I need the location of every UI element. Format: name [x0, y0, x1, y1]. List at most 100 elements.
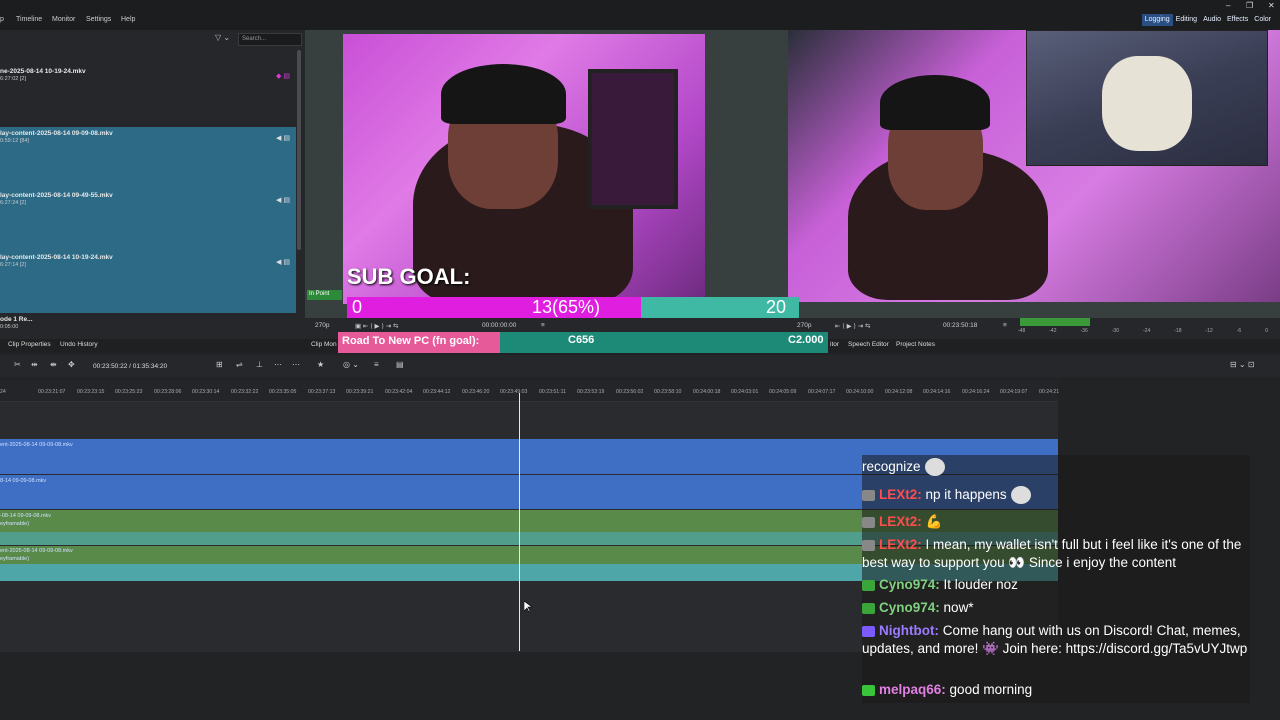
progress-target: 20 — [766, 297, 787, 317]
ruler-tick: 00:24:21 — [1039, 389, 1060, 395]
workspace-effects[interactable]: Effects — [1224, 14, 1251, 26]
meter-tick: -36 — [1080, 328, 1088, 334]
ruler-tick: 00:24:03:01 — [731, 389, 759, 395]
razor-icon[interactable]: ✂ — [14, 360, 21, 369]
audio-meter: -48 -42 -36 -30 -24 -18 -12 -6 0 — [1018, 318, 1268, 336]
timeline-toolbar: ✂ ⇹ ⇼ ✥ ⊞ ⇌ ⊥ ⋯ ⋯ ★ ◎ ⌄ ≡ ▤ ⊟ ⌄ ⊡ — [0, 355, 1280, 377]
tab-clip-monitor[interactable]: Clip Mon — [311, 341, 337, 348]
meter-tick: -42 — [1049, 328, 1057, 334]
track-label: ent-2025-08-14 09-09-08.mkv — [0, 548, 73, 554]
track-label: 8-14 09-09-08.mkv — [0, 478, 47, 484]
right-menu-icon[interactable]: ≡ — [1003, 322, 1007, 329]
spacer-icon[interactable]: ⇹ — [31, 360, 38, 369]
ruler-tick: 00:23:30:14 — [192, 389, 220, 395]
menu-timeline[interactable]: Timeline — [16, 16, 42, 23]
bin-clip-item[interactable]: lay-content-2025-08-14 09-09-08.mkv 0:59… — [0, 126, 296, 186]
bin-scrollbar[interactable] — [297, 50, 301, 250]
chat-text: 💪 — [925, 514, 943, 529]
overlay-icon[interactable]: ⋯ — [292, 360, 300, 369]
ruler-tick: 00:23:46:20 — [462, 389, 490, 395]
ruler-tick: 00:24:14:16 — [923, 389, 951, 395]
badge-icon — [862, 684, 875, 696]
favorite-icon[interactable]: ★ — [317, 360, 324, 369]
tab-undo-history[interactable]: Undo History — [60, 341, 98, 348]
window-controls: – ❐ ✕ — [1220, 0, 1280, 12]
right-transport-controls[interactable]: ⇤ ⟨ ▶ ⟩ ⇥ ⇆ — [835, 322, 870, 330]
beanie — [880, 75, 990, 130]
filter-icon[interactable]: ▽ ⌄ — [215, 33, 230, 42]
clip-name: lay-content-2025-08-14 09-49-55.mkv — [0, 192, 113, 199]
chat-overlay: recognize LEXt2: np it happens LEXt2: 💪 … — [862, 455, 1250, 703]
menu-help[interactable]: Help — [121, 16, 135, 23]
chat-message: recognize — [862, 458, 1250, 477]
left-menu-icon[interactable]: ≡ — [541, 322, 545, 329]
chat-message: Cyno974: It louder noz — [862, 576, 1250, 594]
chat-text: recognize — [862, 459, 921, 474]
workspace-logging[interactable]: Logging — [1141, 14, 1173, 26]
clip-duration: 0:59:12 [84] — [0, 138, 30, 144]
menu-settings[interactable]: Settings — [86, 16, 111, 23]
chat-user: melpaq66: — [879, 682, 946, 697]
ruler-tick: 00:23:56:02 — [616, 389, 644, 395]
ripple-icon[interactable]: ⇼ — [50, 360, 57, 369]
clasped-hands — [1102, 56, 1192, 151]
workspace-tabs: Logging Editing Audio Effects Color — [1141, 14, 1274, 26]
maximize-icon[interactable]: ❐ — [1246, 1, 1253, 10]
bin-clip-item[interactable]: ode 1 Re... 0:05:00 — [0, 312, 296, 332]
right-timecode[interactable]: 00:23:50:18 — [943, 322, 977, 329]
ruler-tick: 00:23:23:15 — [77, 389, 105, 395]
menu-clip[interactable]: p — [0, 16, 4, 23]
badge-icon — [862, 539, 875, 551]
workspace-color[interactable]: Color — [1251, 14, 1274, 26]
tab-project-notes[interactable]: Project Notes — [896, 341, 935, 348]
ruler-tick: 00:24:05:09 — [769, 389, 797, 395]
clip-name: lay-content-2025-08-14 10-19-24.mkv — [0, 254, 113, 261]
layout-icon[interactable]: ⊟ ⌄ ⊡ — [1230, 360, 1255, 369]
bin-clip-item[interactable]: ne-2025-08-14 10-19-24.mkv 6:27:02 [2] ◆… — [0, 64, 296, 124]
emote-icon — [924, 458, 945, 477]
link-icon[interactable]: ⋯ — [274, 360, 282, 369]
search-input[interactable]: Search... — [238, 33, 302, 46]
bin-clip-item[interactable]: lay-content-2025-08-14 10-19-24.mkv 6:27… — [0, 250, 296, 310]
progress-current: 13(65%) — [532, 297, 601, 317]
ruler-tick: 00:24:19:07 — [1000, 389, 1028, 395]
chat-user: LEXt2: — [879, 514, 922, 529]
ruler-tick: 00:23:39:21 — [346, 389, 374, 395]
beanie — [441, 64, 566, 124]
chat-message: LEXt2: np it happens — [862, 486, 1250, 505]
minimize-icon[interactable]: – — [1226, 1, 1230, 10]
workspace-audio[interactable]: Audio — [1200, 14, 1224, 26]
bin-clip-item[interactable]: lay-content-2025-08-14 09-49-55.mkv 6:27… — [0, 188, 296, 248]
track-icon[interactable]: ⊥ — [256, 360, 263, 369]
left-timecode[interactable]: 00:00:00:00 — [482, 322, 516, 329]
clip-duration: 6:27:14 [2] — [0, 262, 26, 268]
left-zoom-select[interactable]: 270p — [315, 322, 329, 329]
playhead[interactable] — [519, 393, 520, 651]
menu-monitor[interactable]: Monitor — [52, 16, 75, 23]
meter-level — [1020, 318, 1090, 326]
meter-tick: -18 — [1174, 328, 1182, 334]
workspace-editing[interactable]: Editing — [1173, 14, 1200, 26]
tab-editor[interactable]: itor — [830, 341, 839, 348]
timeline-position[interactable]: 00:23:50:22 / 01:35:34:20 — [93, 363, 167, 370]
preview-icon[interactable]: ◎ ⌄ — [343, 360, 359, 369]
snap-icon[interactable]: ⇌ — [236, 360, 243, 369]
chat-user: Cyno974: — [879, 577, 940, 592]
close-icon[interactable]: ✕ — [1268, 1, 1275, 10]
subtitle-icon[interactable]: ▤ — [396, 360, 404, 369]
slip-icon[interactable]: ✥ — [68, 360, 75, 369]
ruler-tick: 00:23:21:07 — [38, 389, 66, 395]
chat-user: LEXt2: — [879, 537, 922, 552]
menu-icon[interactable]: ≡ — [374, 360, 379, 369]
in-point-label: In Point — [307, 290, 342, 300]
tab-clip-properties[interactable]: Clip Properties — [8, 341, 51, 348]
ruler-tick: 24 — [0, 389, 6, 395]
fit-icon[interactable]: ⊞ — [216, 360, 223, 369]
left-transport-controls[interactable]: ▣ ⇤ ⟨ ▶ ⟩ ⇥ ⇆ — [355, 322, 398, 330]
timeline-ruler[interactable]: 24 00:23:21:07 00:23:23:15 00:23:25:23 00:23… — [0, 380, 1060, 402]
right-zoom-select[interactable]: 270p — [797, 322, 811, 329]
tab-speech-editor[interactable]: Speech Editor — [848, 341, 889, 348]
anime-overlay-image — [1026, 30, 1268, 166]
meter-tick: -6 — [1236, 328, 1242, 334]
badge-icon — [862, 516, 875, 528]
